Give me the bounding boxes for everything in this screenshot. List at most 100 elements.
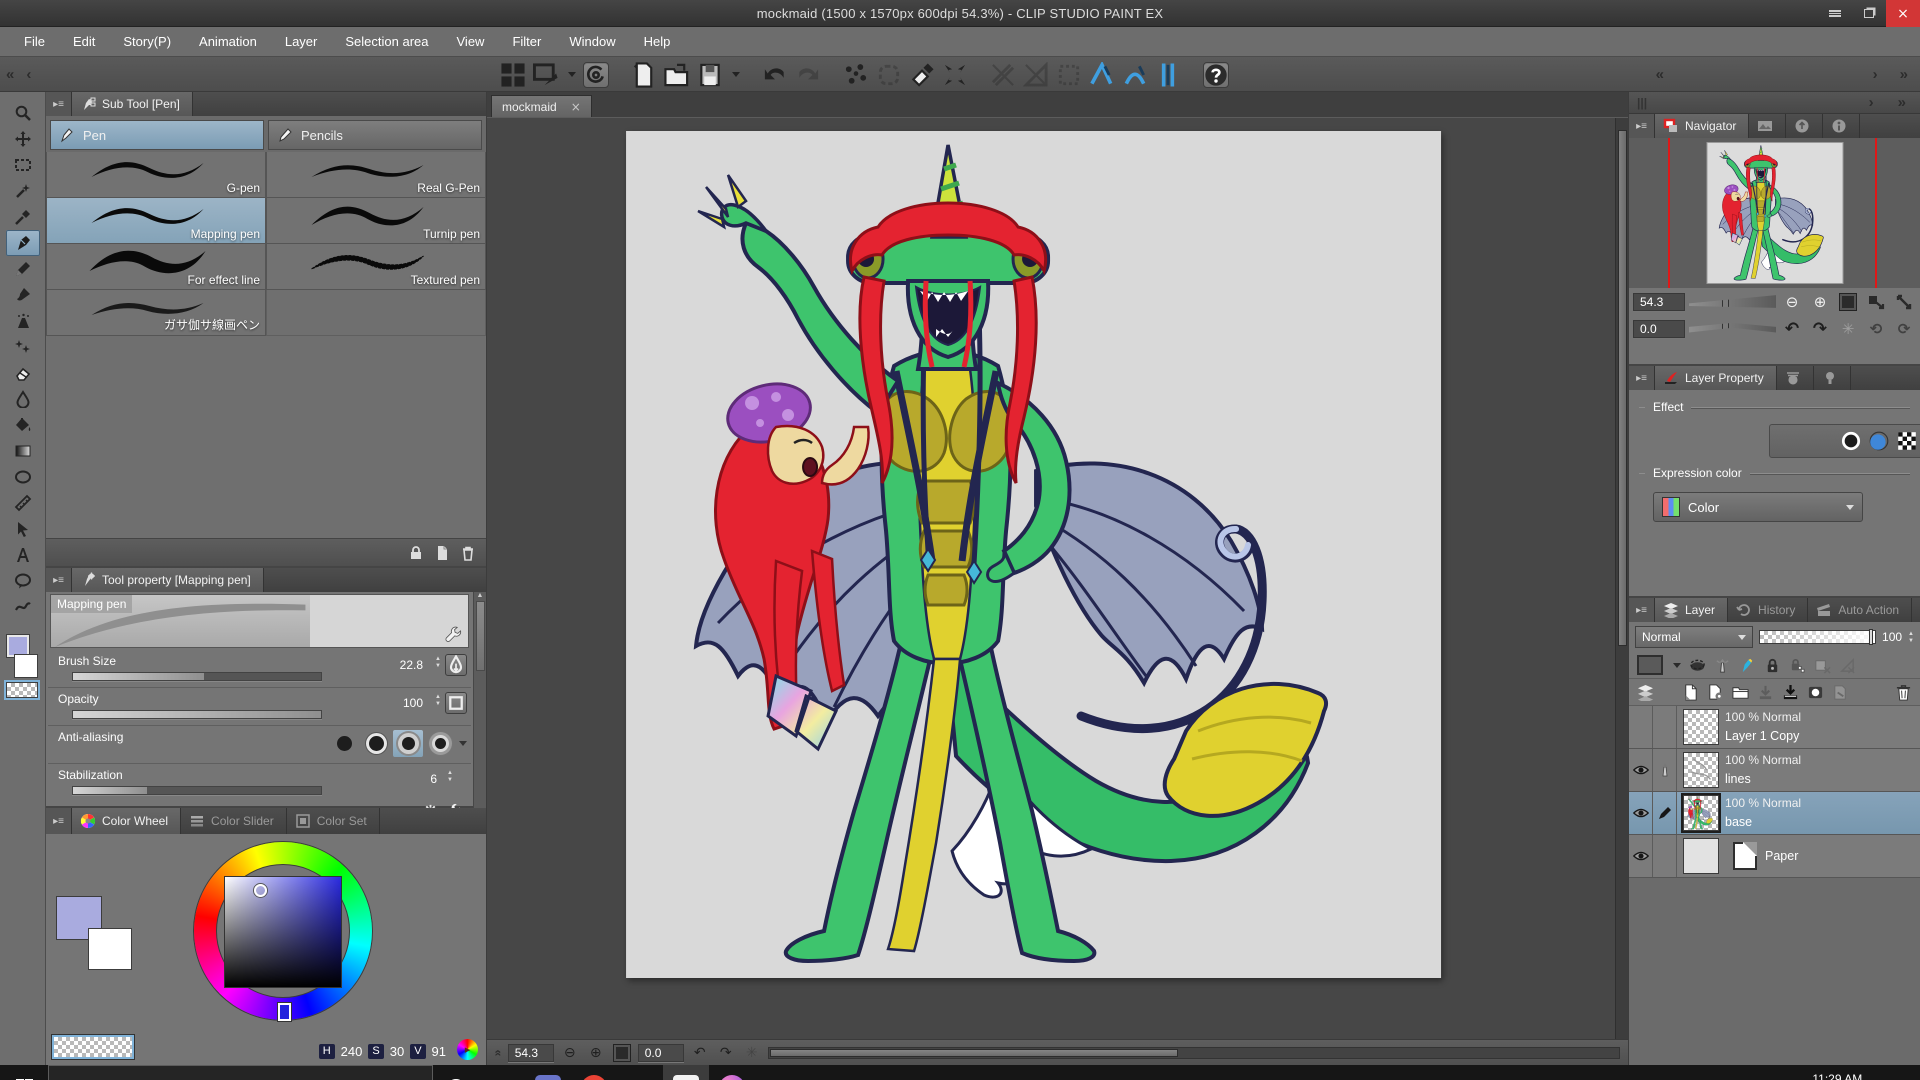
flip-horizontal-icon[interactable] <box>1864 291 1888 313</box>
workspace-caret-icon[interactable] <box>568 72 576 77</box>
layer-row-paper[interactable]: Paper <box>1629 835 1920 878</box>
brush-tool-icon[interactable] <box>6 282 40 308</box>
visibility-toggle[interactable] <box>1629 792 1653 834</box>
layer-tab[interactable]: Layer <box>1655 598 1728 622</box>
expand-right-icon[interactable]: › <box>1863 94 1880 111</box>
onedrive-icon[interactable] <box>1623 1065 1649 1080</box>
brush-turnip-pen[interactable]: Turnip pen <box>266 198 486 244</box>
snap-to-grid-icon[interactable] <box>1155 62 1181 88</box>
mask-caret-icon[interactable] <box>1673 663 1681 668</box>
pen-settings-icon[interactable] <box>1773 1065 1799 1080</box>
menu-window[interactable]: Window <box>555 27 629 57</box>
visibility-toggle[interactable] <box>1629 706 1653 748</box>
document-tab[interactable]: mockmaid <box>491 95 592 117</box>
panel-menu-icon[interactable]: ▸≡ <box>46 568 72 592</box>
decoration-tool-icon[interactable] <box>6 334 40 360</box>
cortana-button[interactable] <box>433 1065 479 1080</box>
tone-effect-button[interactable] <box>1868 430 1890 452</box>
navigator-thumbnail[interactable] <box>1706 142 1843 284</box>
menu-layer[interactable]: Layer <box>271 27 332 57</box>
clip-studio-taskbar-button[interactable] <box>663 1065 709 1080</box>
action-center-button[interactable]: 3 <box>1876 1065 1916 1080</box>
layer-thumbnail[interactable] <box>1683 795 1719 831</box>
new-layer-settings-icon[interactable] <box>1707 684 1724 701</box>
gradient-tool-icon[interactable] <box>6 438 40 464</box>
reset-rotation-icon[interactable]: ✳ <box>742 1043 762 1063</box>
lock-layer-icon[interactable] <box>1764 657 1781 674</box>
create-mask-icon[interactable] <box>1807 684 1824 701</box>
wrench-icon[interactable] <box>445 626 462 643</box>
aa-weak-button[interactable] <box>361 730 391 757</box>
nav-fit-icon[interactable] <box>1836 291 1860 313</box>
rotate-right-icon[interactable]: ↷ <box>716 1043 736 1063</box>
panel-expand-icon[interactable]: « <box>1650 66 1670 83</box>
auto-select-tool-icon[interactable] <box>6 178 40 204</box>
opacity-slider[interactable] <box>72 710 322 719</box>
panel-menu-icon[interactable]: ▸≡ <box>1629 598 1655 622</box>
menu-story[interactable]: Story(P) <box>109 27 185 57</box>
apply-mask-icon[interactable] <box>1832 684 1849 701</box>
tray-chevron-icon[interactable] <box>1593 1065 1619 1080</box>
tool-property-tab[interactable]: Tool property [Mapping pen] <box>72 568 264 592</box>
collapse-left-icon[interactable]: « <box>0 66 20 83</box>
layer-row-base[interactable]: 100 % Normal base <box>1629 792 1920 835</box>
clear-selection-icon[interactable] <box>909 62 935 88</box>
zoom-tool-icon[interactable] <box>6 100 40 126</box>
sv-marker[interactable] <box>254 884 267 897</box>
nav-zoom-out-icon[interactable]: ⊖ <box>1780 291 1804 313</box>
border-effect-button[interactable] <box>1840 430 1862 452</box>
layer-thumbnail[interactable] <box>1683 838 1719 874</box>
discord-button[interactable] <box>525 1065 571 1080</box>
menu-file[interactable]: File <box>10 27 59 57</box>
flip-vertical-icon[interactable] <box>1892 291 1916 313</box>
opacity-dynamics-button[interactable] <box>445 692 467 714</box>
snap-to-ruler-icon[interactable] <box>1089 62 1115 88</box>
clip-studio-button[interactable] <box>583 62 609 88</box>
menu-selection-area[interactable]: Selection area <box>331 27 442 57</box>
correct-line-tool-icon[interactable] <box>6 594 40 620</box>
panel-menu-icon[interactable]: ▸≡ <box>46 92 72 116</box>
halftone-effect-button[interactable] <box>1896 430 1918 452</box>
snap-ruler-off-icon[interactable] <box>990 62 1016 88</box>
microphone-icon[interactable] <box>1653 1065 1679 1080</box>
new-subtool-icon[interactable] <box>434 545 450 561</box>
tab-pen[interactable]: Pen <box>50 120 264 150</box>
start-button[interactable] <box>0 1065 48 1080</box>
stabilization-spinner[interactable]: ▲▼ <box>447 770 453 783</box>
expand-right2-icon[interactable]: » <box>1892 94 1912 111</box>
layer-property-tab[interactable]: Layer Property <box>1655 366 1777 390</box>
pencil-tool-icon[interactable] <box>6 256 40 282</box>
volume-icon[interactable] <box>1743 1065 1769 1080</box>
aa-caret-icon[interactable] <box>459 741 467 746</box>
clip-below-icon[interactable] <box>1689 657 1706 674</box>
zoom-slider[interactable] <box>1689 294 1776 310</box>
balloon-tool-icon[interactable] <box>6 568 40 594</box>
collapse-right2-icon[interactable]: » <box>1894 66 1914 83</box>
zoom-out-icon[interactable]: ⊖ <box>560 1043 580 1063</box>
move-tool-icon[interactable] <box>6 126 40 152</box>
panel-menu-icon[interactable]: ▸≡ <box>46 808 72 834</box>
horizontal-scrollbar[interactable] <box>768 1047 1620 1059</box>
secondary-color-swatch[interactable] <box>88 928 132 970</box>
light-tab[interactable] <box>1814 366 1851 390</box>
close-tab-icon[interactable] <box>571 100 581 114</box>
chrome-button[interactable] <box>571 1065 617 1080</box>
brush-real-gpen[interactable]: Real G-Pen <box>266 152 486 198</box>
save-icon[interactable] <box>697 62 723 88</box>
workspace-grid-icon[interactable] <box>500 62 526 88</box>
zoom-in-icon[interactable]: ⊕ <box>586 1043 606 1063</box>
brush-for-effect-line[interactable]: For effect line <box>46 244 266 290</box>
sub-color-swatch[interactable] <box>14 654 38 678</box>
taskbar-clock[interactable]: 11:29 AM 6/15/2019 <box>1803 1071 1872 1080</box>
transform-icon[interactable] <box>942 62 968 88</box>
lock-icon[interactable] <box>408 545 424 561</box>
close-button[interactable] <box>1886 0 1920 27</box>
collapse-right-icon[interactable]: › <box>1867 66 1884 83</box>
fill-tool-icon[interactable] <box>6 412 40 438</box>
task-view-button[interactable] <box>479 1065 525 1080</box>
eyedropper-tool-icon[interactable] <box>6 204 40 230</box>
ruler-tool-icon[interactable] <box>6 490 40 516</box>
layer-opacity-spinner[interactable]: ▲▼ <box>1908 631 1914 644</box>
reset-rotate-left-icon[interactable]: ⟲ <box>1864 318 1888 340</box>
mask-preview-box[interactable] <box>1637 655 1663 675</box>
